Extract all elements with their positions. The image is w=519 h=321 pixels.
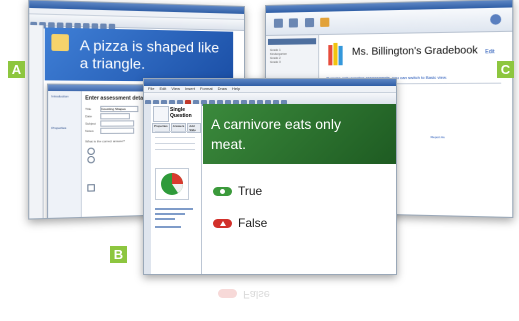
reflection-false: False (218, 288, 270, 300)
checkbox[interactable] (87, 184, 95, 192)
sidebar-header (267, 38, 317, 45)
field-subject-input[interactable] (100, 119, 135, 127)
menu-format[interactable]: Format (200, 86, 213, 92)
answer-area: True False (203, 164, 396, 274)
dialog-heading: Enter assessment details (85, 95, 149, 102)
side-panel-links (155, 208, 197, 228)
side-panel-lines (155, 131, 195, 155)
slide-a-text: A pizza is shaped like a triangle. (79, 36, 220, 72)
choice-true-label: True (238, 184, 263, 198)
label-b: B (110, 246, 127, 263)
question-slide: A carnivore eats only meat. (203, 104, 396, 164)
menu-view[interactable]: View (171, 86, 180, 92)
choice-false-label: False (238, 216, 268, 230)
question-text: A carnivore eats only meat. (211, 116, 341, 152)
sidebar-item-grade-3[interactable]: Grade 3 (266, 59, 318, 64)
menu-file[interactable]: File (148, 86, 154, 92)
circle-icon (213, 186, 232, 196)
radio-option-1[interactable] (87, 147, 95, 156)
gradebook-ribbon (265, 7, 513, 36)
assessments-icon[interactable] (320, 17, 330, 27)
field-date-label: Date (85, 113, 93, 118)
dialog-section-properties[interactable]: Properties (48, 98, 81, 130)
gradebook-title-text: Ms. Billington's Gradebook (351, 44, 478, 58)
home-icon[interactable] (273, 18, 283, 28)
window-a-sidebar (29, 24, 44, 219)
field-title-input[interactable]: Counting Shapes (100, 105, 139, 112)
side-panel: Single Question Properties Answers Add S… (151, 104, 202, 274)
field-title-label: Title (85, 106, 92, 111)
edit-link[interactable]: Edit (485, 49, 494, 55)
students-icon[interactable] (289, 18, 299, 28)
dialog-fields: Title Counting Shapes Date Subject Notes (85, 105, 139, 134)
pizza-icon (51, 33, 69, 52)
menu-edit[interactable]: Edit (159, 86, 166, 92)
pencils-icon (326, 42, 346, 68)
notebook-window-b: File Edit View Insert Format Draw Help S… (143, 78, 397, 275)
triangle-icon (213, 218, 232, 228)
menu-draw[interactable]: Draw (218, 86, 227, 92)
field-notes-input[interactable] (100, 127, 135, 134)
choice-true[interactable]: True (213, 184, 262, 198)
menu-help[interactable]: Help (232, 86, 240, 92)
choice-false[interactable]: False (213, 216, 267, 230)
field-subject-label: Subject (85, 120, 96, 126)
window-b-menubar: File Edit View Insert Format Draw Help (144, 86, 396, 93)
radio-option-2[interactable] (87, 155, 95, 164)
logout-icon[interactable] (490, 14, 502, 25)
window-a-slide: A pizza is shaped like a triangle. (44, 27, 234, 82)
label-c: C (497, 61, 514, 78)
reflection-text: False (243, 288, 270, 300)
dialog-sidebar: Introduction Properties (48, 90, 82, 219)
dialog-section-introduction[interactable]: Introduction (48, 91, 81, 99)
question-type-label: Single Question (170, 107, 192, 119)
label-a: A (8, 61, 25, 78)
report-link[interactable]: Report As (431, 135, 445, 139)
gradebook-title: Ms. Billington's Gradebook Edit (352, 45, 495, 58)
field-date-input[interactable] (100, 112, 130, 119)
field-notes-label: Notes (85, 128, 94, 133)
menu-insert[interactable]: Insert (185, 86, 195, 92)
question-type-icon (153, 106, 169, 122)
reflection-pill (218, 289, 237, 299)
pie-chart-thumbnail (155, 168, 189, 200)
classes-icon[interactable] (304, 17, 314, 28)
window-b-titlebar (144, 79, 396, 86)
pie-chart-icon (161, 173, 183, 195)
